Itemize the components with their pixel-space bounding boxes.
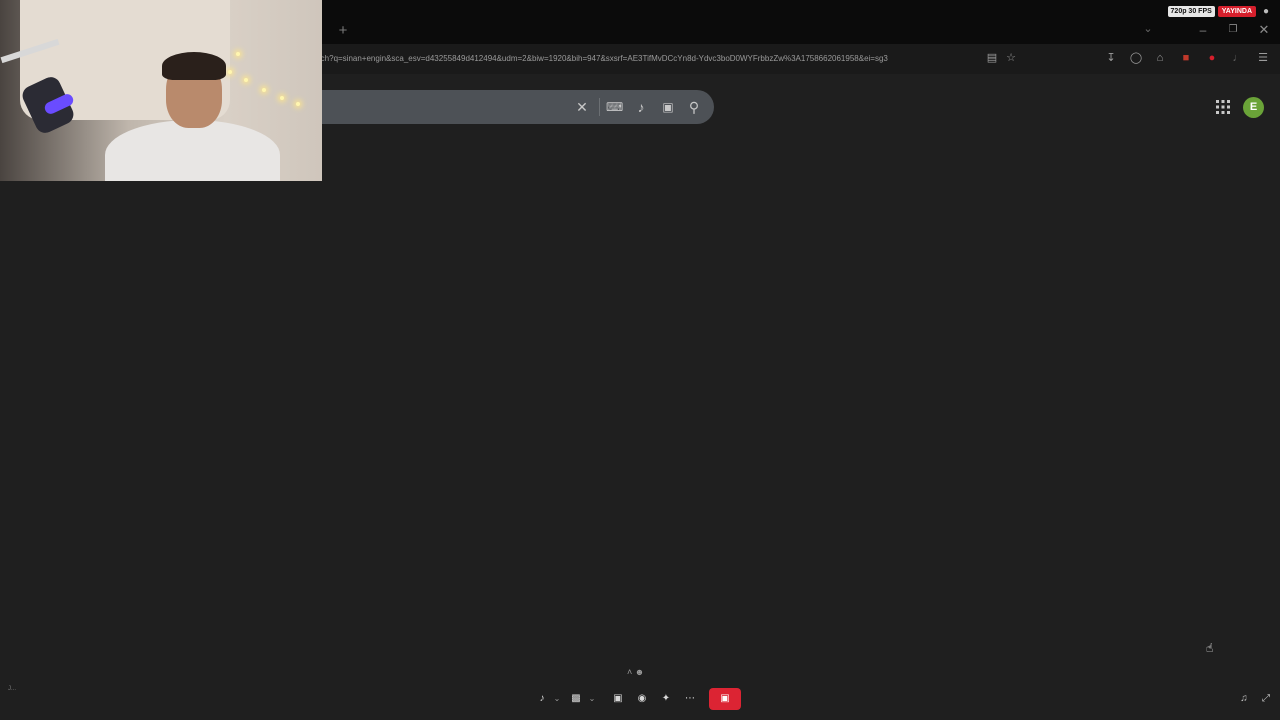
menu-hamburger-icon[interactable]: ☰ xyxy=(1256,51,1270,65)
search-icon[interactable]: ⚲ xyxy=(686,99,702,115)
bookmark-star-icon[interactable]: ☆ xyxy=(1004,51,1018,65)
volume-icon[interactable]: ♫ xyxy=(1237,692,1251,706)
game-controller-icon[interactable]: ◉ xyxy=(635,691,649,707)
google-apps-icon[interactable] xyxy=(1216,100,1230,114)
camera-search-icon[interactable]: ▣ xyxy=(660,99,676,115)
address-bar[interactable]: rch?q=sinan+engin&sca_esv=d43255849d4124… xyxy=(318,52,980,66)
chat-bubble-icon[interactable]: ● xyxy=(1260,6,1272,18)
live-badge: YAYINDA xyxy=(1217,6,1256,17)
fairy-light xyxy=(228,70,232,74)
clear-search-icon[interactable]: ✕ xyxy=(574,99,590,115)
camera-options-chevron-icon[interactable]: ⌄ xyxy=(588,691,596,707)
participants-toggle[interactable]: ˄ ☻ xyxy=(627,666,655,678)
search-divider xyxy=(599,98,600,116)
webcam-person-body xyxy=(105,120,280,181)
exit-fullscreen-icon[interactable]: ⤢ xyxy=(1259,692,1273,706)
microphone-icon[interactable]: ♪ xyxy=(633,99,649,115)
extensions-icon[interactable]: ⌂ xyxy=(1153,51,1167,65)
reader-view-icon[interactable]: ▤ xyxy=(985,51,999,65)
fps-badge: 720p 30 FPS xyxy=(1167,6,1215,17)
fairy-light xyxy=(296,102,300,106)
stop-streaming-button[interactable]: ▣ xyxy=(709,688,741,710)
mouse-cursor-icon: ☝ xyxy=(1206,641,1214,655)
account-avatar[interactable]: E xyxy=(1243,97,1264,118)
audio-muted-icon[interactable]: ♩ xyxy=(1231,51,1245,65)
account-circle-icon[interactable]: ◯ xyxy=(1129,51,1143,65)
new-tab-button[interactable]: + xyxy=(336,22,350,40)
webcam-overlay xyxy=(0,0,322,181)
download-icon[interactable]: ↧ xyxy=(1104,51,1118,65)
window-restore-button[interactable]: ❐ xyxy=(1225,22,1241,38)
webcam-person-hair xyxy=(162,52,226,80)
extension-badge-icon[interactable]: ■ xyxy=(1179,51,1193,65)
fairy-light xyxy=(244,78,248,82)
fairy-light xyxy=(280,96,284,100)
microphone-icon[interactable]: ♪ xyxy=(535,691,549,707)
more-options-icon[interactable]: ⋯ xyxy=(683,691,697,707)
keyboard-icon[interactable]: ⌨ xyxy=(606,99,623,115)
window-minimize-button[interactable]: – xyxy=(1195,22,1211,38)
corner-label: J... xyxy=(8,686,17,692)
stream-status: 720p 30 FPS YAYINDA xyxy=(1167,6,1256,17)
camera-off-icon[interactable]: ▩ xyxy=(569,691,583,707)
tab-list-chevron-icon[interactable]: ⌄ xyxy=(1141,22,1155,36)
fairy-light xyxy=(236,52,240,56)
screen: + ⌄ – ❐ ✕ 720p 30 FPS YAYINDA ● rch?q=si… xyxy=(0,0,1280,720)
screen-share-icon[interactable]: ▣ xyxy=(611,691,625,707)
record-extension-icon[interactable]: ● xyxy=(1205,51,1219,65)
window-close-button[interactable]: ✕ xyxy=(1256,22,1272,38)
mic-options-chevron-icon[interactable]: ⌄ xyxy=(553,691,561,707)
fairy-light xyxy=(262,88,266,92)
search-input[interactable] xyxy=(322,90,714,124)
activity-rocket-icon[interactable]: ✦ xyxy=(659,691,673,707)
